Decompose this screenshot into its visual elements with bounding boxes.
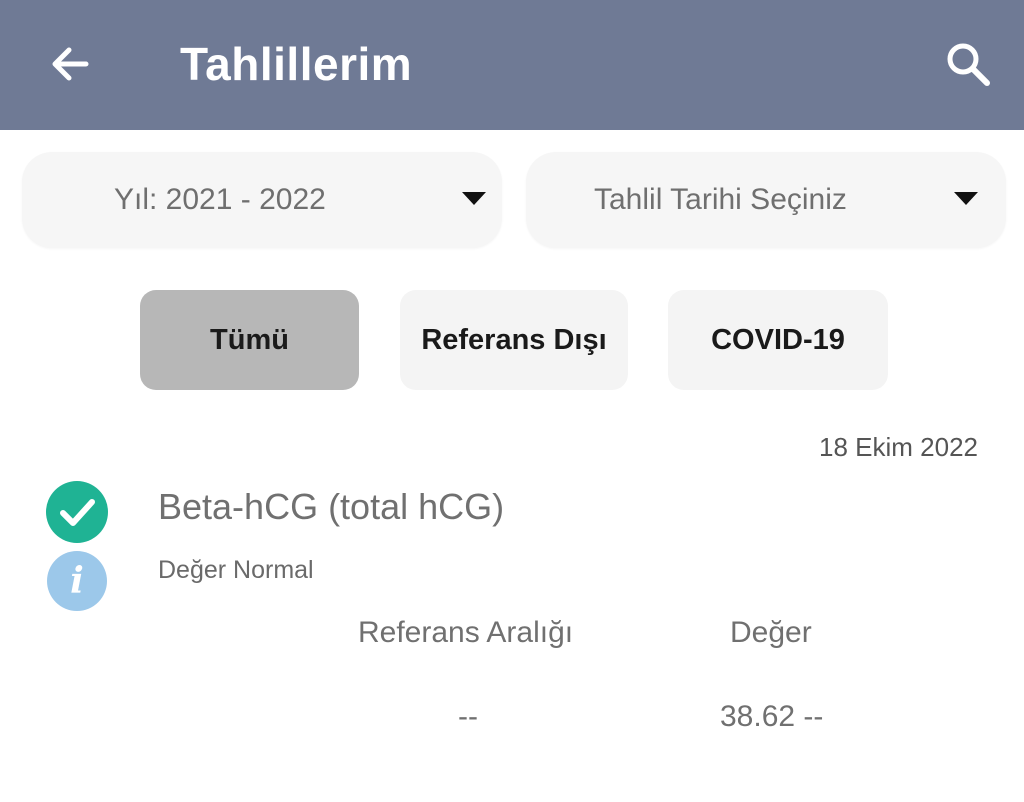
back-button[interactable] — [42, 36, 98, 92]
year-dropdown-label: Yıl: 2021 - 2022 — [114, 183, 326, 216]
test-name: Beta-hCG (total hCG) — [158, 486, 505, 527]
value-header: Değer — [730, 616, 812, 649]
reference-range-value: -- — [458, 700, 478, 733]
search-button[interactable] — [938, 34, 998, 94]
search-icon — [947, 43, 990, 86]
test-date-dropdown-label: Tahlil Tarihi Seçiniz — [594, 183, 847, 216]
test-date-dropdown[interactable]: Tahlil Tarihi Seçiniz — [526, 152, 1006, 248]
test-value: 38.62 -- — [720, 700, 824, 733]
caret-down-icon — [954, 192, 978, 205]
result-date: 18 Ekim 2022 — [819, 432, 978, 462]
caret-down-icon — [462, 192, 486, 205]
page-title: Tahlillerim — [180, 38, 413, 90]
check-circle-icon — [46, 481, 108, 543]
filter-chip-all[interactable]: Tümü — [140, 290, 359, 390]
test-status: Değer Normal — [158, 556, 314, 584]
filter-chip-covid-19[interactable]: COVID-19 — [668, 290, 888, 390]
info-icon[interactable]: i — [47, 551, 107, 611]
filter-chip-out-of-reference[interactable]: Referans Dışı — [400, 290, 628, 390]
reference-range-header: Referans Aralığı — [358, 616, 574, 649]
app-bar: Tahlillerim — [0, 0, 1024, 130]
year-dropdown[interactable]: Yıl: 2021 - 2022 — [22, 152, 502, 248]
arrow-left-icon — [52, 47, 89, 81]
